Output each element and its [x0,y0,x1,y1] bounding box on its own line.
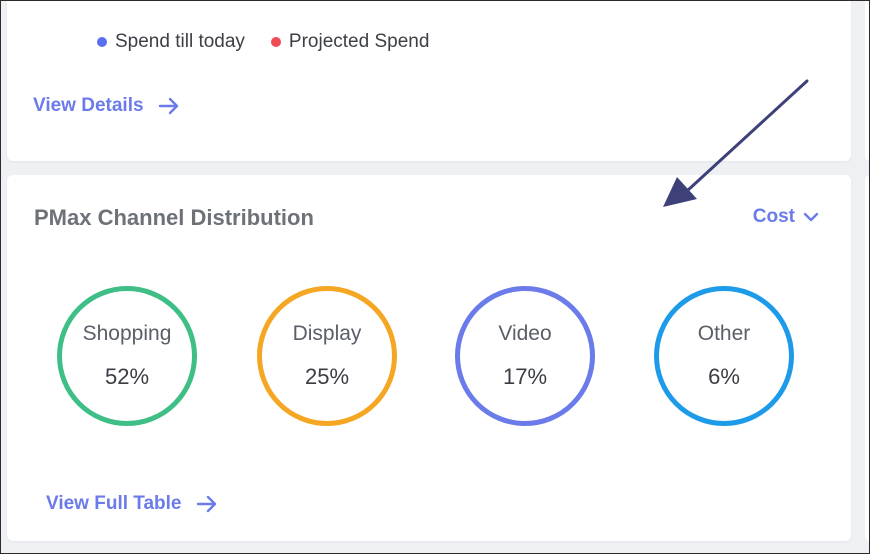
view-details-label: View Details [33,95,144,116]
spend-card: Spend till today Projected Spend View De… [7,1,851,161]
channel-name: Display [292,322,362,345]
spend-legend: Spend till today Projected Spend [97,31,429,53]
arrow-right-icon [196,495,216,513]
channel-percent: 17% [502,364,548,389]
channel-circle-video: Video 17% [455,286,595,426]
chevron-down-icon [803,212,819,222]
legend-label: Projected Spend [288,31,430,52]
screenshot-frame: Spend till today Projected Spend View De… [0,0,870,554]
channel-name: Other [697,322,751,345]
channel-circle-other: Other 6% [654,286,794,426]
adjacent-card-edge [865,1,869,161]
card-title: PMax Channel Distribution [34,205,314,230]
legend-dot-icon [270,37,281,47]
view-full-table-label: View Full Table [46,493,182,514]
channel-name: Video [498,322,552,345]
metric-dropdown[interactable]: Cost [753,206,819,228]
channel-percent: 52% [104,364,150,389]
channel-percent: 6% [708,364,740,389]
metric-selected-value: Cost [752,206,795,227]
channel-percent: 25% [304,364,350,389]
channel-name: Shopping [82,322,172,345]
view-details-link[interactable]: View Details [33,95,180,117]
channel-circle-shopping: Shopping 52% [57,286,197,426]
legend-dot-icon [97,37,107,47]
channel-distribution-card: PMax Channel Distribution Cost Shopping … [7,175,851,541]
channel-circle-display: Display 25% [257,286,397,426]
view-full-table-link[interactable]: View Full Table [46,493,218,515]
legend-label: Spend till today [115,31,245,52]
legend-item-projected-spend: Projected Spend [270,31,430,53]
legend-item-spend-till-today: Spend till today [97,31,245,53]
adjacent-card-edge [865,175,869,541]
arrow-right-icon [158,97,178,115]
